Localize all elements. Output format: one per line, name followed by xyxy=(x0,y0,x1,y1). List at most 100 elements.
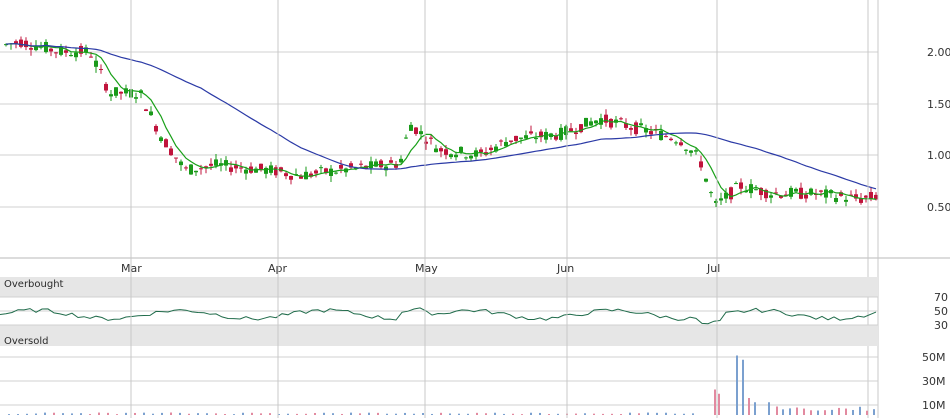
candle-body xyxy=(594,120,598,124)
volume-bar xyxy=(458,413,460,415)
volume-bar xyxy=(656,412,658,415)
candle-body xyxy=(229,167,233,172)
volume-bar xyxy=(341,413,343,415)
volume-bar xyxy=(810,410,812,415)
candle-body xyxy=(809,188,813,195)
candle-body xyxy=(89,56,93,58)
volume-bar xyxy=(852,409,854,415)
volume-bar xyxy=(161,412,163,415)
candle-body xyxy=(339,164,343,169)
candle-body xyxy=(514,135,518,141)
candle-body xyxy=(274,167,278,176)
candle-body xyxy=(619,118,623,120)
volume-bar xyxy=(8,414,10,415)
volume-bar xyxy=(197,413,199,415)
candle-body xyxy=(719,198,723,201)
volume-bar xyxy=(754,402,756,415)
price-panel: 2.00 1.50 1.00 0.50 xyxy=(0,0,950,418)
volume-bar xyxy=(62,413,64,415)
volume-bar xyxy=(647,412,649,415)
candle-body xyxy=(49,48,53,52)
candle-body xyxy=(359,163,363,165)
x-axis: Mar Apr May Jun Jul xyxy=(121,262,720,275)
candle-body xyxy=(169,148,173,156)
volume-bar xyxy=(859,406,861,415)
candle-body xyxy=(384,166,388,171)
volume-bar xyxy=(742,359,744,415)
candle-body xyxy=(569,128,573,132)
candle-body xyxy=(174,157,178,159)
candle-body xyxy=(119,91,123,94)
ytick-label: 1.50 xyxy=(927,98,950,111)
volume-bar xyxy=(620,414,622,415)
candle-body xyxy=(689,150,693,153)
volume-bar xyxy=(866,410,868,415)
price-panel-frame xyxy=(0,0,950,258)
volume-bar xyxy=(44,412,46,415)
candle-body xyxy=(669,138,673,141)
volume-bar xyxy=(530,412,532,415)
volume-bar xyxy=(116,414,118,415)
candle-body xyxy=(609,118,613,128)
volume-bar xyxy=(98,412,100,415)
candle-body xyxy=(534,138,538,140)
xtick-label: Jun xyxy=(556,262,574,275)
volume-bar xyxy=(736,355,738,415)
volume-bar xyxy=(287,413,289,415)
volume-bar xyxy=(803,408,805,415)
candle-body xyxy=(489,147,493,150)
candle-body xyxy=(109,94,113,97)
volume-bar xyxy=(152,413,154,415)
ytick-label: 30 xyxy=(934,319,948,332)
candle-body xyxy=(499,140,503,142)
volume-bar xyxy=(449,413,451,415)
volume-bar xyxy=(233,414,235,415)
volume-bar xyxy=(782,409,784,415)
candle-body xyxy=(709,192,713,194)
candle-body xyxy=(399,158,403,163)
candle-body xyxy=(54,52,58,54)
volume-bar xyxy=(575,413,577,415)
volume-bars xyxy=(8,355,875,415)
oscillator-ytick-labels: 70 50 30 xyxy=(934,291,948,332)
candle-body xyxy=(144,109,148,111)
volume-bar xyxy=(714,389,716,415)
volume-bar xyxy=(26,413,28,415)
candle-body xyxy=(14,41,18,44)
candle-body xyxy=(429,137,433,139)
candle-body xyxy=(74,52,78,58)
candle-body xyxy=(239,167,243,169)
volume-bar xyxy=(359,413,361,415)
volume-bar xyxy=(17,414,19,415)
candle-body xyxy=(434,148,438,153)
candle-body xyxy=(649,131,653,135)
volume-bar xyxy=(314,412,316,415)
candle-body xyxy=(94,60,98,67)
candle-body xyxy=(834,198,838,202)
candle-body xyxy=(164,139,168,148)
candle-body xyxy=(479,149,483,153)
candle-body xyxy=(299,176,303,179)
volume-bar xyxy=(692,413,694,415)
volume-bar xyxy=(467,413,469,415)
volume-bar xyxy=(260,413,262,415)
candle-body xyxy=(524,135,528,139)
ytick-label: 50M xyxy=(922,351,946,364)
candle-body xyxy=(464,157,468,159)
volume-ytick-labels: 50M 30M 10M xyxy=(922,351,946,412)
volume-bar xyxy=(485,413,487,415)
volume-bar xyxy=(350,412,352,415)
candle-body xyxy=(469,155,473,159)
volume-bar xyxy=(845,408,847,415)
volume-bar xyxy=(215,413,217,415)
volume-bar xyxy=(638,413,640,415)
volume-bar xyxy=(748,398,750,415)
candle-body xyxy=(209,163,213,166)
volume-bar xyxy=(831,409,833,415)
candle-body xyxy=(629,128,633,130)
candle-body xyxy=(264,167,268,174)
candle-body xyxy=(789,187,793,197)
volume-bar xyxy=(134,412,136,415)
volume-bar xyxy=(838,407,840,415)
candle-body xyxy=(574,132,578,135)
